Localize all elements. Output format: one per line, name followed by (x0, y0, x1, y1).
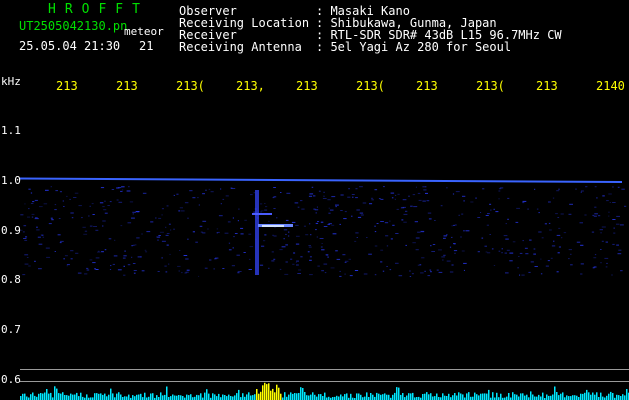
app-brand: HROFFT (48, 2, 149, 17)
x-tick-label: 213 (116, 79, 138, 93)
x-tick-label: 213( (356, 79, 385, 93)
x-tick-label: 213 (56, 79, 78, 93)
info-key-antenna: Receiving Antenna (179, 40, 302, 54)
plot-area (20, 98, 629, 368)
spectrogram-plot (19, 98, 629, 400)
y-tick-label: 0.8 (1, 273, 21, 286)
x-tick-label: 213 (536, 79, 558, 93)
x-tick-label: 213( (176, 79, 205, 93)
datetime-label: 25.05.04 21:30 (19, 39, 121, 53)
x-tick-label: 2140 (596, 79, 625, 93)
x-tick-label: 213 (416, 79, 438, 93)
y-tick-label: 0.6 (1, 373, 21, 386)
filename-label: UT2505042130.pn (19, 19, 128, 33)
y-axis-unit: kHz (1, 75, 21, 88)
y-tick-label: 0.9 (1, 224, 21, 237)
y-tick-label: 1.0 (1, 174, 21, 187)
info-value-antenna: : 5el Yagi Az 280 for Seoul (316, 40, 512, 54)
x-tick-label: 213 (296, 79, 318, 93)
x-tick-label: 213( (476, 79, 505, 93)
meteor-count: 21 (139, 39, 154, 53)
spectrum-bars (20, 382, 629, 400)
y-tick-label: 1.1 (1, 124, 21, 137)
y-tick-label: 0.7 (1, 323, 21, 336)
x-tick-label: 213, (236, 79, 265, 93)
meteor-label: meteor (124, 25, 164, 38)
